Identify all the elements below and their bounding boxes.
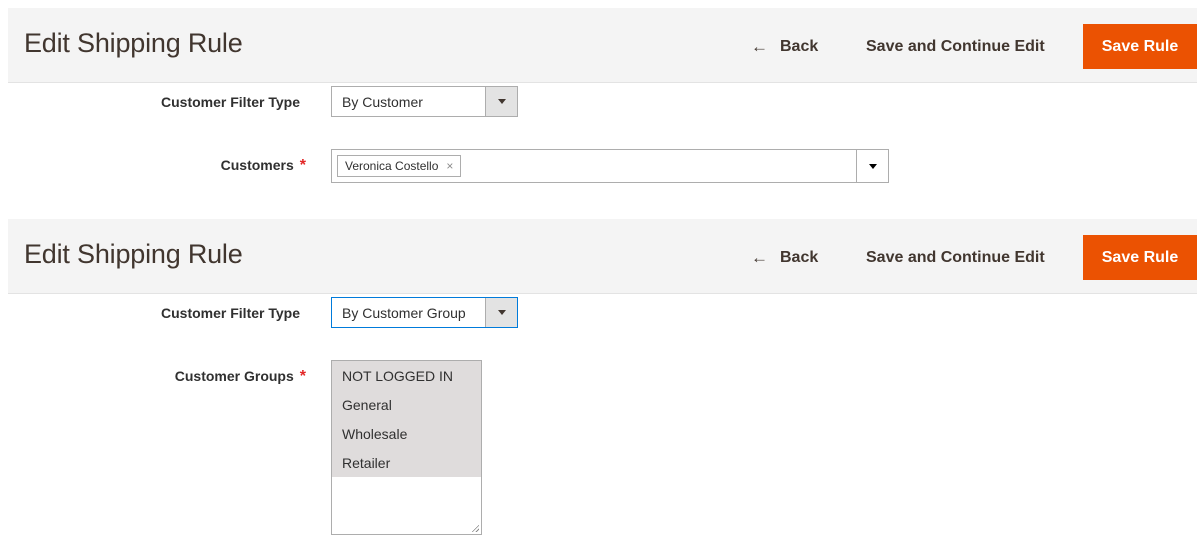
page-header: Edit Shipping Rule ← Back Save and Conti… [8, 8, 1197, 83]
save-and-continue-button[interactable]: Save and Continue Edit [866, 243, 1045, 273]
customers-multiselect[interactable]: Veronica Costello × [331, 149, 889, 183]
list-item[interactable]: Retailer [332, 448, 481, 477]
chevron-down-icon[interactable] [485, 298, 517, 327]
customer-groups-listbox[interactable]: NOT LOGGED IN General Wholesale Retailer [331, 360, 482, 535]
filter-type-select[interactable]: By Customer [331, 86, 518, 117]
save-rule-button[interactable]: Save Rule [1083, 235, 1197, 280]
back-button[interactable]: ← Back [751, 243, 818, 273]
list-item[interactable]: Wholesale [332, 419, 481, 448]
close-icon[interactable]: × [446, 159, 453, 173]
save-rule-button[interactable]: Save Rule [1083, 24, 1197, 69]
list-item[interactable]: NOT LOGGED IN [332, 361, 481, 390]
filter-type-label: Customer Filter Type [161, 94, 300, 110]
filter-type-select[interactable]: By Customer Group [331, 297, 518, 328]
arrow-left-icon: ← [751, 37, 768, 56]
required-mark: * [299, 157, 306, 174]
customers-label: Customers * [6, 157, 306, 175]
customer-groups-label: Customer Groups * [6, 368, 306, 386]
save-and-continue-button[interactable]: Save and Continue Edit [866, 32, 1045, 62]
page-title: Edit Shipping Rule [24, 28, 243, 58]
edit-rule-panel-customer: Edit Shipping Rule ← Back Save and Conti… [0, 0, 1197, 210]
chevron-down-icon[interactable] [856, 150, 888, 182]
page-title: Edit Shipping Rule [24, 239, 243, 269]
list-item[interactable]: General [332, 390, 481, 419]
arrow-left-icon: ← [751, 248, 768, 267]
edit-rule-panel-customer-group: Edit Shipping Rule ← Back Save and Conti… [0, 210, 1197, 535]
customer-chip: Veronica Costello × [337, 155, 462, 177]
back-label: Back [780, 249, 819, 266]
customers-label-text: Customers [220, 157, 294, 173]
back-label: Back [780, 38, 819, 55]
page-header: Edit Shipping Rule ← Back Save and Conti… [8, 219, 1197, 294]
customer-groups-label-text: Customer Groups [174, 368, 294, 384]
filter-type-label: Customer Filter Type [161, 305, 300, 321]
chevron-down-icon[interactable] [485, 87, 517, 116]
filter-type-value: By Customer Group [342, 304, 466, 321]
customer-chip-label: Veronica Costello [345, 159, 439, 173]
back-button[interactable]: ← Back [751, 32, 818, 62]
resize-handle-icon[interactable] [471, 524, 479, 532]
required-mark: * [299, 368, 306, 385]
filter-type-value: By Customer [342, 93, 423, 110]
